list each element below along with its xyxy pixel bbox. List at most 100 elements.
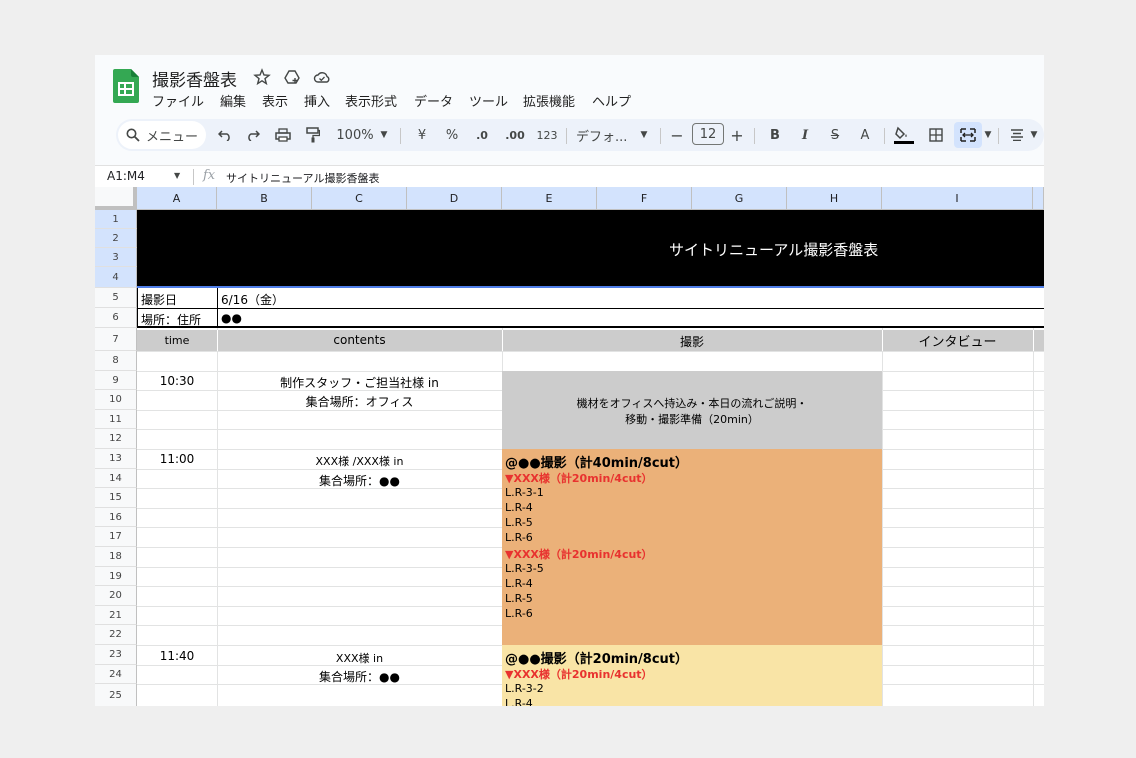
contents-cell[interactable]: 制作スタッフ・ご担当社様 in <box>217 374 502 391</box>
row-header[interactable]: 10 <box>95 390 137 410</box>
zoom-select[interactable]: 100% <box>334 119 376 151</box>
menu-view[interactable]: 表示 <box>262 91 288 110</box>
row-header[interactable]: 7 <box>95 328 137 351</box>
chevron-down-icon[interactable]: ▼ <box>174 171 180 180</box>
row-header[interactable]: 24 <box>95 665 137 684</box>
increase-decimal-button[interactable]: .00 <box>502 119 528 151</box>
sheets-logo-icon[interactable] <box>113 69 139 103</box>
row-header[interactable]: 6 <box>95 308 137 328</box>
row-header[interactable]: 17 <box>95 527 137 547</box>
star-icon[interactable] <box>253 68 271 86</box>
place-label[interactable]: 場所：住所 <box>141 311 201 328</box>
row-header[interactable]: 11 <box>95 410 137 429</box>
contents-cell[interactable]: 集合場所：●● <box>217 472 502 489</box>
row-header[interactable]: 14 <box>95 469 137 488</box>
header-shooting[interactable]: 撮影 <box>502 333 882 350</box>
row-header[interactable]: 2 <box>95 229 137 248</box>
column-header-e[interactable]: E <box>502 187 597 210</box>
currency-format-button[interactable]: ¥ <box>411 119 433 151</box>
undo-icon[interactable] <box>214 119 236 151</box>
title-banner[interactable]: サイトリニューアル撮影香盤表 <box>137 210 1044 288</box>
contents-cell[interactable]: 集合場所：●● <box>217 668 502 685</box>
row-header[interactable]: 20 <box>95 586 137 606</box>
header-time[interactable]: time <box>137 334 217 347</box>
row-header[interactable]: 1 <box>95 210 137 229</box>
strikethrough-button[interactable]: S <box>824 119 846 151</box>
row-header[interactable]: 25 <box>95 684 137 706</box>
text-color-button[interactable]: A <box>854 119 876 151</box>
row-header[interactable]: 21 <box>95 606 137 625</box>
contents-cell[interactable]: 集合場所：オフィス <box>217 393 502 410</box>
menu-data[interactable]: データ <box>414 91 453 110</box>
redo-icon[interactable] <box>242 119 264 151</box>
contents-cell[interactable]: XXX様 /XXX様 in <box>217 453 502 469</box>
chevron-down-icon[interactable]: ▼ <box>982 119 994 151</box>
column-header-f[interactable]: F <box>597 187 692 210</box>
menu-file[interactable]: ファイル <box>152 91 204 110</box>
number-format-button[interactable]: 123 <box>534 119 560 151</box>
prep-block[interactable]: 機材をオフィスへ持込み・本日の流れご説明・ 移動・撮影準備（20min） <box>502 371 882 449</box>
formula-input[interactable]: サイトリニューアル撮影香盤表 <box>226 170 379 186</box>
row-header[interactable]: 16 <box>95 508 137 527</box>
font-size-decrease-icon[interactable]: − <box>668 119 686 151</box>
horizontal-align-icon[interactable] <box>1006 119 1028 151</box>
header-contents[interactable]: contents <box>217 333 502 347</box>
font-size-input[interactable]: 12 <box>692 123 724 145</box>
cloud-saved-icon[interactable] <box>313 68 331 86</box>
decrease-decimal-button[interactable]: .0 <box>470 119 494 151</box>
time-cell[interactable]: 11:00 <box>137 452 217 466</box>
italic-button[interactable]: I <box>794 119 816 151</box>
row-header[interactable]: 3 <box>95 248 137 267</box>
row-header[interactable]: 13 <box>95 449 137 469</box>
place-value[interactable]: ●● <box>221 311 242 325</box>
column-header-j[interactable] <box>1033 187 1044 210</box>
row-header[interactable]: 12 <box>95 429 137 449</box>
print-icon[interactable] <box>272 119 294 151</box>
row-header[interactable]: 15 <box>95 488 137 508</box>
chevron-down-icon[interactable]: ▼ <box>1028 119 1040 151</box>
row-header[interactable]: 22 <box>95 625 137 645</box>
column-header-c[interactable]: C <box>312 187 407 210</box>
column-header-i[interactable]: I <box>882 187 1033 210</box>
column-header-b[interactable]: B <box>217 187 312 210</box>
shooting-block-yellow[interactable]: @●●撮影（計20min/8cut） ▼XXX様（計20min/4cut） L.… <box>502 645 882 706</box>
row-header[interactable]: 18 <box>95 547 137 567</box>
row-header[interactable]: 19 <box>95 567 137 586</box>
fill-color-icon[interactable] <box>892 119 916 151</box>
spreadsheet-grid[interactable]: A B C D E F G H I 1 2 3 4 5 6 7 8 9 10 1… <box>95 187 1044 706</box>
date-value[interactable]: 6/16（金） <box>221 291 284 308</box>
name-box[interactable]: A1:M4 <box>107 169 145 183</box>
chevron-down-icon[interactable]: ▼ <box>378 119 390 151</box>
font-family-select[interactable]: デフォ... <box>576 119 634 151</box>
column-header-a[interactable]: A <box>137 187 217 210</box>
menu-format[interactable]: 表示形式 <box>345 91 397 110</box>
column-header-h[interactable]: H <box>787 187 882 210</box>
header-interview[interactable]: インタビュー <box>882 331 1033 350</box>
shooting-block-orange[interactable]: @●●撮影（計40min/8cut） ▼XXX様（計20min/4cut） L.… <box>502 449 882 645</box>
date-label[interactable]: 撮影日 <box>141 291 177 308</box>
row-header[interactable]: 9 <box>95 371 137 390</box>
chevron-down-icon[interactable]: ▼ <box>638 119 650 151</box>
column-header-d[interactable]: D <box>407 187 502 210</box>
menu-extensions[interactable]: 拡張機能 <box>523 91 575 110</box>
document-title[interactable]: 撮影香盤表 <box>152 66 237 91</box>
row-header[interactable]: 5 <box>95 288 137 308</box>
move-to-drive-icon[interactable] <box>283 68 301 86</box>
menu-insert[interactable]: 挿入 <box>304 91 330 110</box>
menu-edit[interactable]: 編集 <box>220 91 246 110</box>
row-header[interactable]: 4 <box>95 267 137 288</box>
row-header[interactable]: 23 <box>95 645 137 665</box>
paint-format-icon[interactable] <box>302 119 324 151</box>
font-size-increase-icon[interactable]: + <box>728 119 746 151</box>
menu-tools[interactable]: ツール <box>469 91 508 110</box>
menu-help[interactable]: ヘルプ <box>592 91 631 110</box>
time-cell[interactable]: 11:40 <box>137 649 217 663</box>
time-cell[interactable]: 10:30 <box>137 374 217 388</box>
select-all-corner[interactable] <box>95 187 137 210</box>
merge-cells-icon[interactable] <box>954 122 982 148</box>
borders-icon[interactable] <box>924 119 948 151</box>
menu-search[interactable]: メニュー <box>118 121 206 149</box>
bold-button[interactable]: B <box>764 119 786 151</box>
percent-format-button[interactable]: % <box>441 119 463 151</box>
row-header[interactable]: 8 <box>95 351 137 371</box>
